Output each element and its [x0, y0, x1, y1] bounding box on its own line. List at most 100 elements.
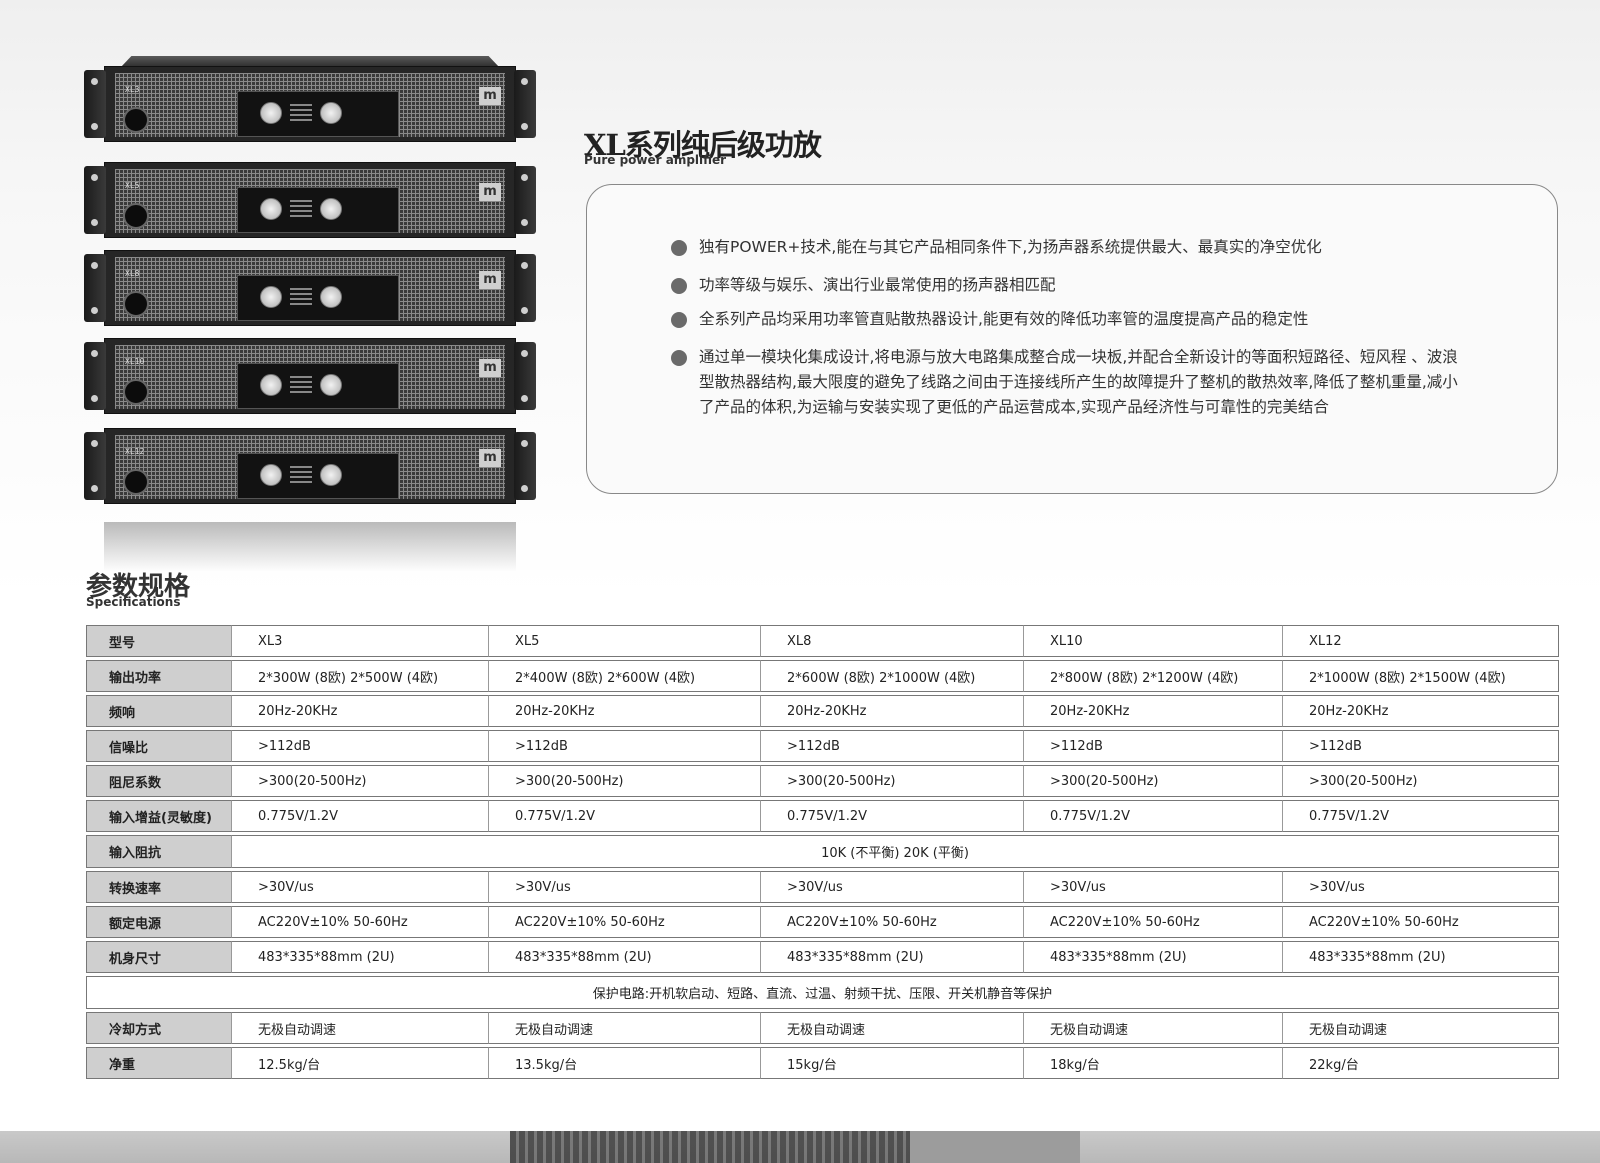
table-cell: 22kg/台	[1283, 1047, 1559, 1079]
feature-item: 全系列产品均采用功率管直贴散热器设计,能更有效的降低功率管的温度提高产品的稳定性	[671, 307, 1471, 332]
row-label: 冷却方式	[86, 1012, 232, 1044]
table-cell: 2*1000W (8欧) 2*1500W (4欧)	[1283, 660, 1559, 692]
table-cell: AC220V±10% 50-60Hz	[1283, 906, 1559, 938]
brand-logo-icon: m	[479, 359, 501, 377]
power-button-icon	[123, 203, 149, 229]
table-cell: >112dB	[232, 730, 489, 762]
table-row: 输入增益(灵敏度) 0.775V/1.2V 0.775V/1.2V 0.775V…	[86, 800, 1559, 832]
amplifier-unit: XL8 m	[84, 240, 536, 326]
table-cell: AC220V±10% 50-60Hz	[489, 906, 761, 938]
brand-logo-icon: m	[479, 87, 501, 105]
table-cell: >112dB	[489, 730, 761, 762]
bullet-icon	[671, 312, 687, 328]
table-cell: XL3	[232, 625, 489, 657]
table-cell: >300(20-500Hz)	[761, 765, 1024, 797]
table-row: 输入阻抗 10K (不平衡) 20K (平衡)	[86, 835, 1559, 868]
table-row: 输出功率 2*300W (8欧) 2*500W (4欧) 2*400W (8欧)…	[86, 660, 1559, 692]
table-cell: 20Hz-20KHz	[489, 695, 761, 727]
table-cell: 2*600W (8欧) 2*1000W (4欧)	[761, 660, 1024, 692]
table-cell: AC220V±10% 50-60Hz	[232, 906, 489, 938]
volume-knob-icon	[320, 198, 342, 220]
table-cell: 2*800W (8欧) 2*1200W (4欧)	[1024, 660, 1283, 692]
bullet-icon	[671, 350, 687, 366]
table-row: 额定电源 AC220V±10% 50-60Hz AC220V±10% 50-60…	[86, 906, 1559, 938]
row-label: 净重	[86, 1047, 232, 1079]
volume-knob-icon	[260, 198, 282, 220]
power-button-icon	[123, 379, 149, 405]
volume-knob-icon	[260, 102, 282, 124]
volume-knob-icon	[260, 286, 282, 308]
amplifier-unit: XL10 m	[84, 328, 536, 414]
table-cell: 20Hz-20KHz	[761, 695, 1024, 727]
feature-text: 全系列产品均采用功率管直贴散热器设计,能更有效的降低功率管的温度提高产品的稳定性	[699, 310, 1309, 328]
table-cell: >300(20-500Hz)	[232, 765, 489, 797]
unit-model-label: XL12	[125, 447, 145, 456]
table-cell: >300(20-500Hz)	[1024, 765, 1283, 797]
feature-item: 功率等级与娱乐、演出行业最常使用的扬声器相匹配	[671, 273, 1471, 298]
table-cell: AC220V±10% 50-60Hz	[761, 906, 1024, 938]
feature-list: 独有POWER+技术,能在与其它产品相同条件下,为扬声器系统提供最大、最真实的净…	[671, 235, 1471, 433]
feature-text: 独有POWER+技术,能在与其它产品相同条件下,为扬声器系统提供最大、最真实的净…	[699, 238, 1322, 256]
power-button-icon	[123, 291, 149, 317]
row-label: 型号	[86, 625, 232, 657]
amplifier-stack-image: XL3 m XL5 m XL8 m XL10 m XL12 m	[84, 56, 536, 576]
table-cell: 13.5kg/台	[489, 1047, 761, 1079]
table-cell: 无极自动调速	[1283, 1012, 1559, 1044]
row-label: 输出功率	[86, 660, 232, 692]
bullet-icon	[671, 278, 687, 294]
row-label: 信噪比	[86, 730, 232, 762]
table-cell: 无极自动调速	[489, 1012, 761, 1044]
next-page-preview-strip	[0, 1131, 1600, 1163]
table-row: 频响 20Hz-20KHz 20Hz-20KHz 20Hz-20KHz 20Hz…	[86, 695, 1559, 727]
row-label: 输入阻抗	[86, 835, 232, 868]
table-cell: >30V/us	[1283, 871, 1559, 903]
table-row: 型号 XL3 XL5 XL8 XL10 XL12	[86, 625, 1559, 657]
table-cell: >30V/us	[1024, 871, 1283, 903]
table-row: 净重 12.5kg/台 13.5kg/台 15kg/台 18kg/台 22kg/…	[86, 1047, 1559, 1079]
amplifier-unit: XL3 m	[84, 56, 536, 142]
table-cell: AC220V±10% 50-60Hz	[1024, 906, 1283, 938]
table-cell: 0.775V/1.2V	[1024, 800, 1283, 832]
table-cell: 0.775V/1.2V	[232, 800, 489, 832]
specs-table: 型号 XL3 XL5 XL8 XL10 XL12 输出功率 2*300W (8欧…	[86, 622, 1559, 1082]
protection-note-cell: 保护电路:开机软启动、短路、直流、过温、射频干扰、压限、开关机静音等保护	[86, 976, 1559, 1009]
table-cell: >300(20-500Hz)	[1283, 765, 1559, 797]
table-cell: XL10	[1024, 625, 1283, 657]
table-cell: >112dB	[761, 730, 1024, 762]
table-cell: 0.775V/1.2V	[761, 800, 1024, 832]
volume-knob-icon	[260, 374, 282, 396]
table-cell: 483*335*88mm (2U)	[1024, 941, 1283, 973]
table-cell: 483*335*88mm (2U)	[232, 941, 489, 973]
table-cell: XL12	[1283, 625, 1559, 657]
merged-cell: 10K (不平衡) 20K (平衡)	[232, 835, 1559, 868]
table-cell: 20Hz-20KHz	[1024, 695, 1283, 727]
volume-knob-icon	[320, 374, 342, 396]
volume-knob-icon	[320, 286, 342, 308]
feature-box: 独有POWER+技术,能在与其它产品相同条件下,为扬声器系统提供最大、最真实的净…	[586, 184, 1558, 494]
table-row: 保护电路:开机软启动、短路、直流、过温、射频干扰、压限、开关机静音等保护	[86, 976, 1559, 1009]
table-cell: >30V/us	[761, 871, 1024, 903]
table-cell: 18kg/台	[1024, 1047, 1283, 1079]
table-cell: 2*400W (8欧) 2*600W (4欧)	[489, 660, 761, 692]
table-cell: 15kg/台	[761, 1047, 1024, 1079]
table-row: 机身尺寸 483*335*88mm (2U) 483*335*88mm (2U)…	[86, 941, 1559, 973]
brand-logo-icon: m	[479, 271, 501, 289]
stack-reflection	[104, 522, 516, 572]
table-cell: 无极自动调速	[1024, 1012, 1283, 1044]
table-cell: 无极自动调速	[761, 1012, 1024, 1044]
feature-text: 功率等级与娱乐、演出行业最常使用的扬声器相匹配	[699, 276, 1056, 294]
table-cell: >30V/us	[489, 871, 761, 903]
table-cell: 12.5kg/台	[232, 1047, 489, 1079]
table-row: 信噪比 >112dB >112dB >112dB >112dB >112dB	[86, 730, 1559, 762]
feature-text: 通过单一模块化集成设计,将电源与放大电路集成整合成一块板,并配合全新设计的等面积…	[699, 348, 1458, 416]
table-row: 阻尼系数 >300(20-500Hz) >300(20-500Hz) >300(…	[86, 765, 1559, 797]
page-subtitle: Pure power amplifier	[584, 153, 727, 167]
unit-model-label: XL8	[125, 269, 140, 278]
row-label: 频响	[86, 695, 232, 727]
specs-subtitle: Specifications	[86, 595, 181, 609]
feature-item: 独有POWER+技术,能在与其它产品相同条件下,为扬声器系统提供最大、最真实的净…	[671, 235, 1471, 260]
table-cell: 无极自动调速	[232, 1012, 489, 1044]
power-button-icon	[123, 107, 149, 133]
table-cell: 20Hz-20KHz	[1283, 695, 1559, 727]
row-label: 阻尼系数	[86, 765, 232, 797]
